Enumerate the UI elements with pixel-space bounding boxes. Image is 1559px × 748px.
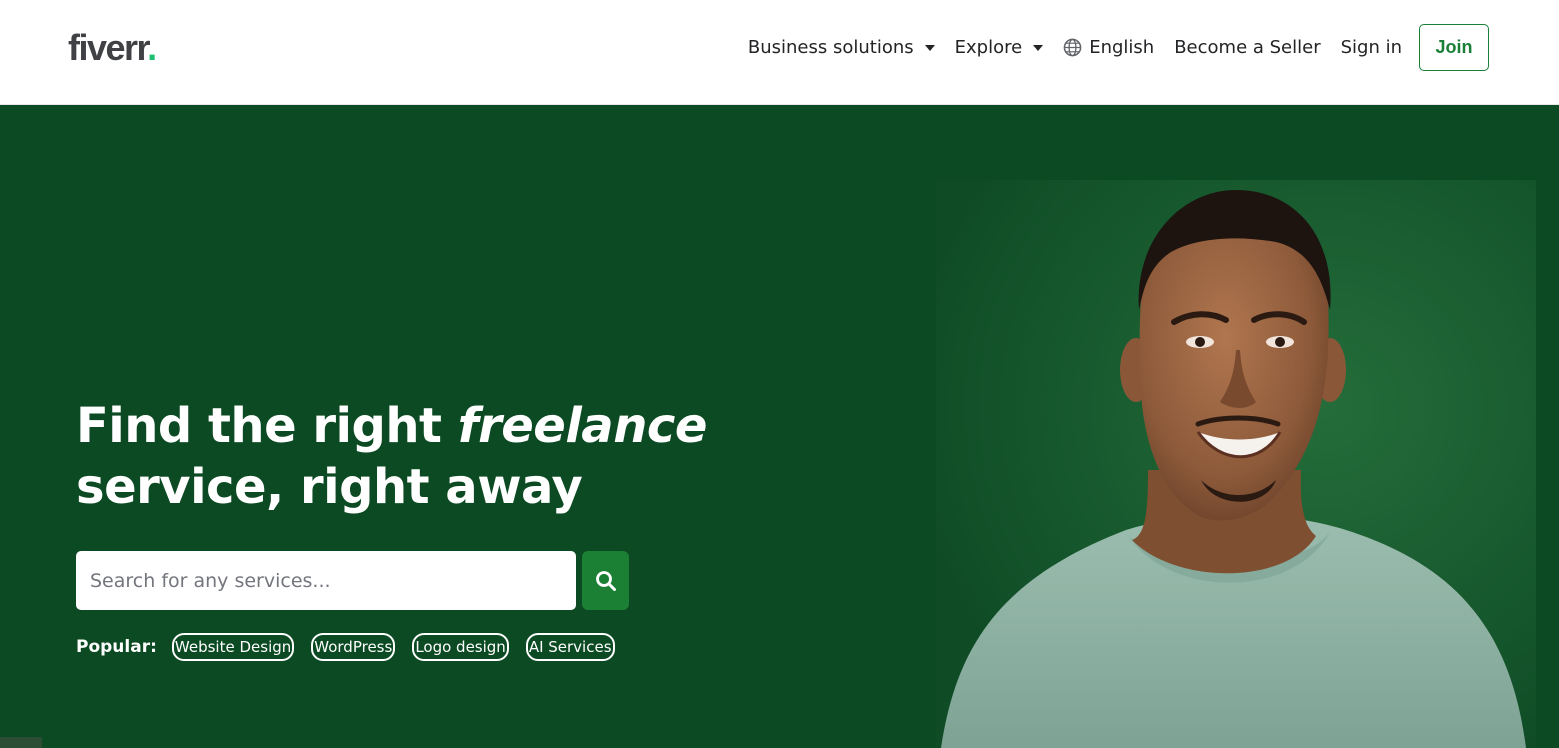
smiling-man-illustration [936,180,1536,748]
top-header: fiverr. Business solutions Explore Engli… [0,0,1559,105]
fiverr-logo[interactable]: fiverr. [68,28,157,68]
nav-business-solutions-label: Business solutions [747,36,914,58]
nav-explore-label: Explore [954,36,1023,58]
hero-headline: Find the right freelance service, right … [76,396,707,518]
nav-explore[interactable]: Explore [955,37,1044,58]
hero-portrait-image [936,180,1536,748]
nav-language-label: English [1089,36,1155,58]
nav-business-solutions[interactable]: Business solutions [748,37,935,58]
search-button[interactable] [582,551,629,610]
popular-tag-ai-services[interactable]: AI Services [525,633,615,661]
globe-icon [1063,38,1082,56]
popular-tag-website-design[interactable]: Website Design [171,633,295,661]
search-input[interactable] [76,551,576,610]
chevron-down-icon [1033,45,1044,51]
popular-tag-logo-design[interactable]: Logo design [412,633,509,661]
corner-badge [0,737,42,748]
nav-sign-in[interactable]: Sign in [1341,37,1402,58]
headline-emphasis: freelance [457,398,708,454]
nav-become-seller[interactable]: Become a Seller [1174,37,1320,58]
chevron-down-icon [924,45,935,51]
popular-tag-wordpress[interactable]: WordPress [311,633,396,661]
nav-language[interactable]: English [1063,37,1154,58]
headline-part1: Find the right [76,398,458,454]
popular-label: Popular: [76,637,157,657]
search-icon [595,570,616,591]
headline-part2: service, right away [76,459,583,515]
top-nav: Business solutions Explore English Becom… [728,23,1489,71]
join-button[interactable]: Join [1419,23,1489,71]
hero-section: Find the right freelance service, right … [0,105,1559,748]
popular-services: Popular: Website Design WordPress Logo d… [76,633,632,661]
